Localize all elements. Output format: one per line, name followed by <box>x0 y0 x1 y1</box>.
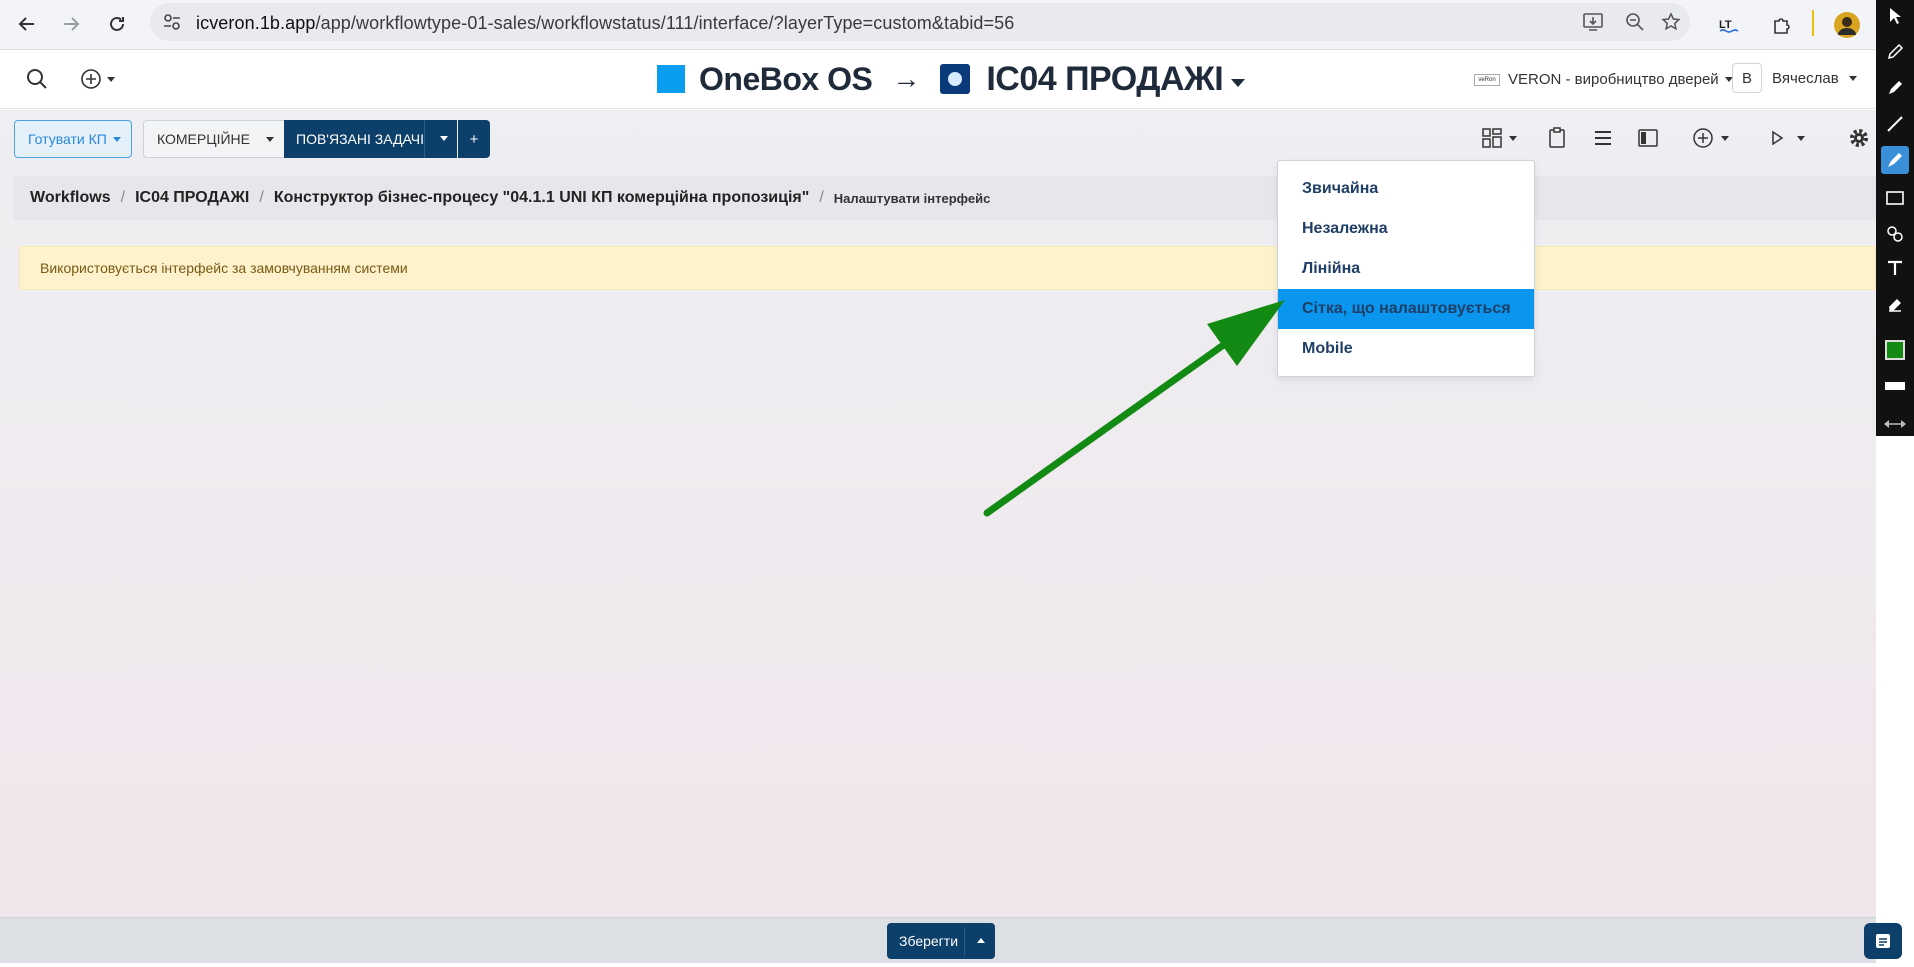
breadcrumb-constructor[interactable]: Конструктор бізнес-процесу "04.1.1 UNI К… <box>274 189 810 207</box>
layout-option-independent[interactable]: Незалежна <box>1278 209 1534 249</box>
stamp-icon[interactable] <box>1881 220 1909 248</box>
user-menu[interactable]: В Вячеслав <box>1732 63 1857 93</box>
back-icon[interactable] <box>9 6 45 42</box>
collapse-icon[interactable] <box>1881 414 1909 434</box>
forward-icon[interactable] <box>53 6 89 42</box>
annotation-toolbar <box>1876 0 1914 436</box>
save-label: Зберегти <box>899 933 959 949</box>
company-logo-icon: vеRon <box>1474 73 1500 86</box>
zoom-icon[interactable] <box>1622 10 1648 34</box>
chevron-up-icon[interactable] <box>977 938 985 943</box>
breadcrumb: Workflows / IC04 ПРОДАЖІ / Конструктор б… <box>14 176 1876 220</box>
reload-icon[interactable] <box>99 6 135 42</box>
related-tasks-label: ПОВ'ЯЗАНІ ЗАДАЧІ <box>296 131 424 147</box>
marker-icon[interactable] <box>1881 74 1909 102</box>
brand-breadcrumb: OneBox OS → IC04 ПРОДАЖІ <box>657 59 1246 99</box>
puzzle-icon[interactable] <box>1766 10 1796 40</box>
chevron-down-icon <box>1848 75 1857 81</box>
url-path: /app/workflowtype-01-sales/workflowstatu… <box>315 13 1015 33</box>
onebox-logo-icon <box>657 65 685 93</box>
process-logo-icon <box>940 64 971 94</box>
run-button[interactable] <box>1769 124 1805 152</box>
add-menu-icon[interactable] <box>80 68 115 90</box>
user-name: Вячеслав <box>1772 69 1839 87</box>
color-swatch-icon[interactable] <box>1881 336 1909 364</box>
save-button[interactable]: Зберегти <box>887 923 995 959</box>
alert-text: Використовується інтерфейс за замовчуван… <box>40 260 408 276</box>
related-tasks-button[interactable]: ПОВ'ЯЗАНІ ЗАДАЧІ <box>284 120 457 158</box>
line-icon[interactable] <box>1881 110 1909 138</box>
rectangle-icon[interactable] <box>1881 184 1909 212</box>
add-element-button[interactable] <box>1692 124 1729 152</box>
avatar: В <box>1732 63 1762 93</box>
prepare-kp-button[interactable]: Готувати КП <box>14 120 132 158</box>
layout-option-custom-grid[interactable]: Сітка, що налаштовується <box>1278 289 1534 329</box>
breadcrumb-workflows[interactable]: Workflows <box>30 189 111 207</box>
highlighter-icon[interactable] <box>1881 146 1909 174</box>
lt-extension-icon[interactable]: LT <box>1714 10 1744 40</box>
site-settings-icon[interactable] <box>162 12 182 37</box>
commercial-label: КОМЕРЦІЙНЕ <box>157 131 250 147</box>
default-interface-alert: Використовується інтерфейс за замовчуван… <box>19 246 1876 290</box>
rows-icon[interactable] <box>1593 124 1613 152</box>
chevron-down-icon <box>112 136 121 142</box>
company-name: VERON - виробництво дверей <box>1508 71 1719 88</box>
cursor-icon[interactable] <box>1881 2 1909 30</box>
chevron-down-icon <box>1721 135 1729 141</box>
app-header: OneBox OS → IC04 ПРОДАЖІ vеRon VERON - в… <box>0 51 1876 109</box>
layout-type-dropdown: Звичайна Незалежна Лінійна Сітка, що нал… <box>1277 160 1535 377</box>
process-title[interactable]: IC04 ПРОДАЖІ <box>986 60 1223 99</box>
add-tab-button[interactable]: + <box>458 120 490 158</box>
chevron-down-icon <box>107 76 115 82</box>
prepare-kp-label: Готувати КП <box>28 131 107 147</box>
url-text: icveron.1b.app/app/workflowtype-01-sales… <box>196 13 1014 34</box>
main-content: Готувати КП КОМЕРЦІЙНЕ ПОВ'ЯЗАНІ ЗАДАЧІ … <box>0 110 1876 917</box>
bookmark-star-icon[interactable] <box>1658 10 1684 34</box>
arrow-right-icon: → <box>892 63 921 94</box>
layout-option-mobile[interactable]: Mobile <box>1278 329 1534 369</box>
layout-type-button[interactable] <box>1481 124 1517 152</box>
search-icon[interactable] <box>25 67 49 91</box>
breadcrumb-current: Налаштувати інтерфейс <box>833 190 991 206</box>
layout-option-standard[interactable]: Звичайна <box>1278 169 1534 209</box>
add-circle-icon <box>1693 128 1713 148</box>
clipboard-icon[interactable] <box>1547 124 1567 152</box>
text-icon[interactable] <box>1881 254 1909 282</box>
brand-name[interactable]: OneBox OS <box>699 61 873 98</box>
play-icon <box>1772 130 1784 146</box>
stroke-width-icon[interactable] <box>1881 372 1909 400</box>
chevron-down-icon[interactable] <box>440 136 448 141</box>
chevron-down-icon[interactable] <box>1231 79 1246 87</box>
eraser-icon[interactable] <box>1881 290 1909 318</box>
breadcrumb-process[interactable]: IC04 ПРОДАЖІ <box>135 189 249 207</box>
pencil-icon[interactable] <box>1881 38 1909 66</box>
install-app-icon[interactable] <box>1580 10 1606 34</box>
browser-toolbar: icveron.1b.app/app/workflowtype-01-sales… <box>0 0 1914 50</box>
svg-text:LT: LT <box>1719 19 1732 31</box>
grid-layout-icon <box>1482 128 1502 148</box>
chevron-down-icon <box>1797 135 1805 141</box>
chat-icon[interactable] <box>1864 923 1902 959</box>
layout-option-linear[interactable]: Лінійна <box>1278 249 1534 289</box>
address-bar[interactable]: icveron.1b.app/app/workflowtype-01-sales… <box>150 3 1690 41</box>
chevron-down-icon <box>1509 135 1517 141</box>
chevron-down-icon[interactable] <box>266 137 274 142</box>
url-host: icveron.1b.app <box>196 13 316 33</box>
profile-avatar[interactable] <box>1832 10 1862 40</box>
commercial-button[interactable]: КОМЕРЦІЙНЕ <box>143 120 285 158</box>
divider <box>424 120 425 158</box>
gear-icon[interactable] <box>1848 124 1870 152</box>
divider <box>1812 10 1814 36</box>
sidebar-panel-icon[interactable] <box>1637 124 1659 152</box>
footer-bar: Зберегти <box>0 917 1902 963</box>
company-selector[interactable]: vеRon VERON - виробництво дверей <box>1474 71 1733 88</box>
divider <box>964 927 965 955</box>
